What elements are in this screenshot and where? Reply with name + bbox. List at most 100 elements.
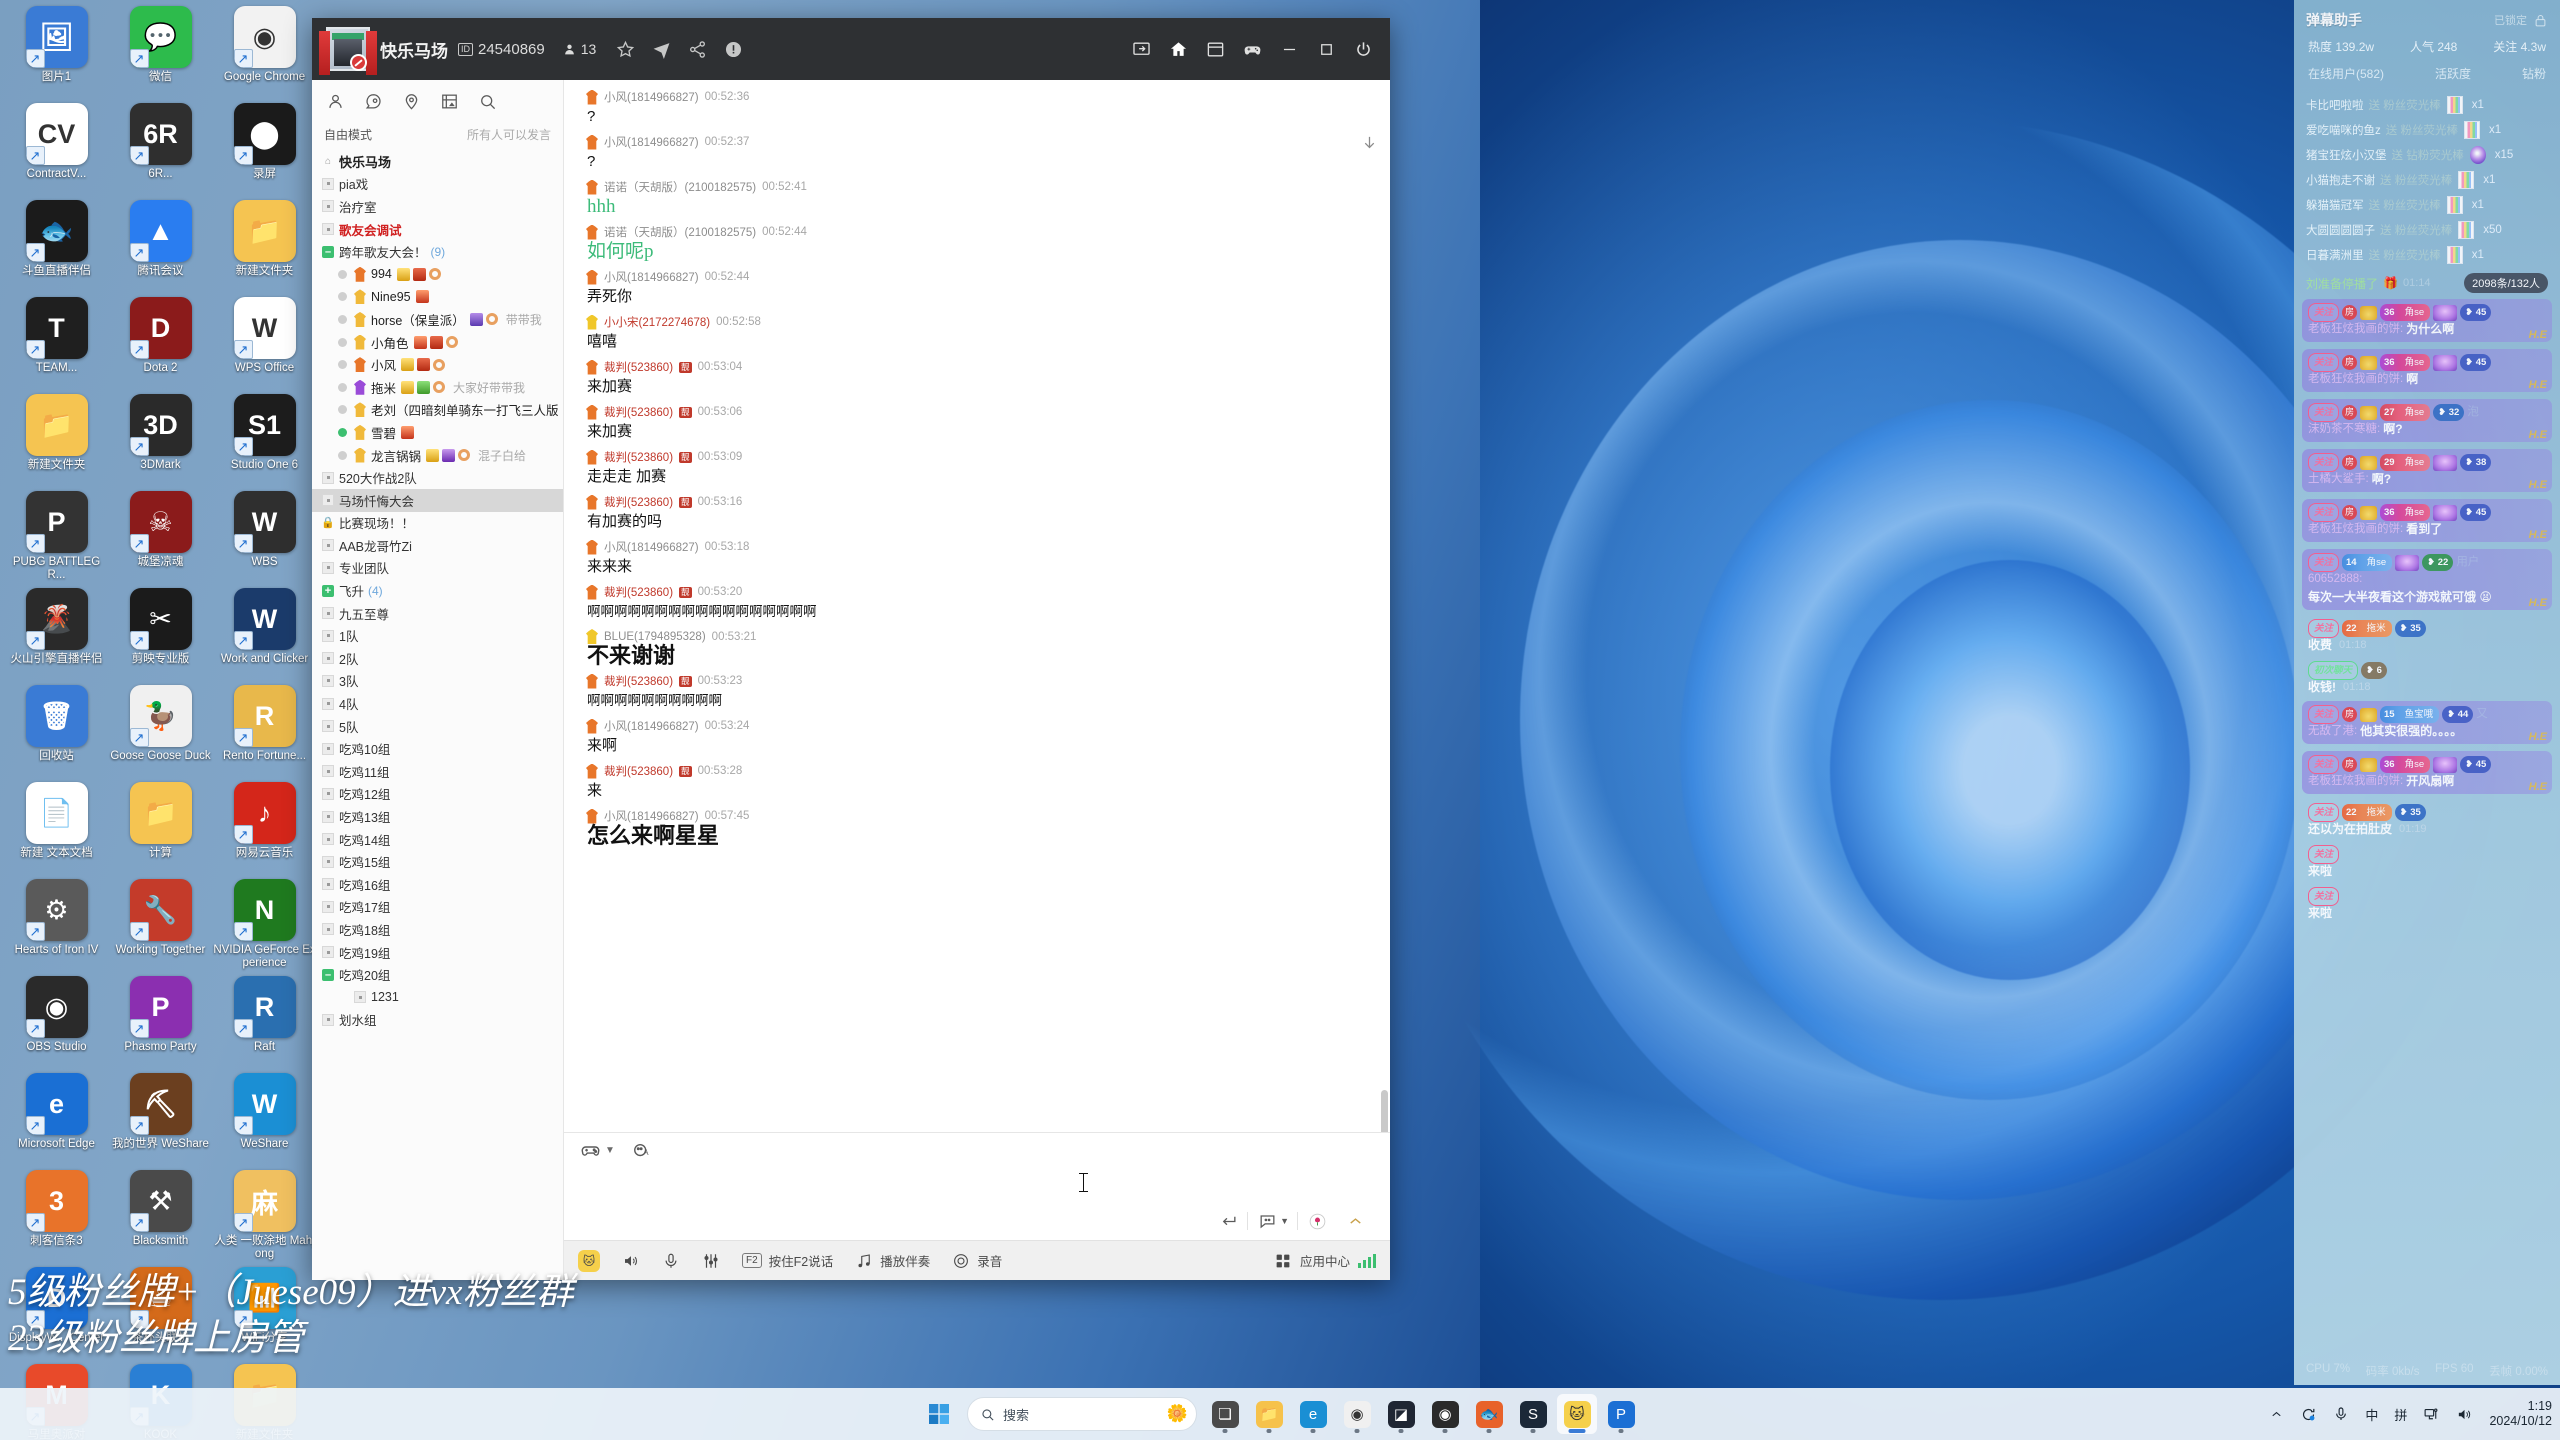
chat-message[interactable]: 裁判(523860) 靓 00:53:16 有加赛的吗 bbox=[564, 491, 1390, 536]
desktop-icon[interactable]: 📶 ↗ WiFi分享 bbox=[212, 1267, 317, 1345]
home-button[interactable] bbox=[1160, 30, 1197, 68]
sidebar-member-row[interactable]: 994 bbox=[312, 263, 563, 286]
tree-toggle-box-icon[interactable] bbox=[322, 471, 334, 484]
chat-message[interactable]: 裁判(523860) 靓 00:53:09 走走走 加赛 bbox=[564, 446, 1390, 491]
composer-toolbar[interactable]: ▼ A bbox=[564, 1133, 1390, 1167]
speaker-button[interactable] bbox=[622, 1252, 640, 1270]
tree-toggle-minus-icon[interactable]: – bbox=[322, 245, 334, 258]
desktop-icon[interactable]: 🗑 回收站 bbox=[4, 685, 109, 763]
scroll-down-icon[interactable] bbox=[1361, 134, 1378, 151]
chat-message[interactable]: 小风(1814966827) 00:52:44 弄死你 bbox=[564, 266, 1390, 311]
desktop-icon[interactable]: P ↗ Phasmo Party bbox=[108, 976, 213, 1054]
taskbar-app-list[interactable]: ❏ 📁 e ◉ ◪ ◉ 🐟 S 🐱 P bbox=[1205, 1394, 1641, 1434]
sidebar-member-row[interactable]: 拖米 大家好带带我 bbox=[312, 376, 563, 399]
desktop-icon[interactable]: T ↗ TEAM... bbox=[4, 297, 109, 375]
danmu-card[interactable]: 关注房 27 角se ❥ 32 泡沫奶茶不寒糖: 啊? H.E bbox=[2302, 399, 2552, 442]
group-avatar[interactable] bbox=[319, 27, 377, 75]
desktop-icon[interactable]: ▲ ↗ 腾讯会议 bbox=[108, 200, 213, 278]
chat-message[interactable]: 裁判(523860) 靓 00:53:06 来加赛 bbox=[564, 401, 1390, 446]
desktop-icon[interactable]: W ↗ WeShare bbox=[212, 1073, 317, 1151]
window-controls[interactable] bbox=[1123, 30, 1382, 68]
danmu-message-list[interactable]: 关注房 36 角se ❥ 45 老板狂炫我画的饼: 为什么啊 H.E 关注房 36 角se ❥ 45… bbox=[2294, 299, 2560, 923]
sidebar-room-row[interactable]: 歌友会调试 bbox=[312, 218, 563, 241]
desktop-icon[interactable]: N ↗ NVIDIA GeForce Experience bbox=[212, 879, 317, 970]
sidebar-room-row[interactable]: 吃鸡12组 bbox=[312, 783, 563, 806]
tree-toggle-box-icon[interactable] bbox=[322, 720, 334, 733]
desktop-icon[interactable]: W ↗ Work and Clicker bbox=[212, 588, 317, 666]
danmu-card[interactable]: 关注 来啦 bbox=[2302, 843, 2552, 881]
lock-status[interactable]: 已锁定 bbox=[2494, 12, 2548, 28]
desktop-icon[interactable]: ☕ ↗ 茶杯头联机 bbox=[108, 1267, 213, 1345]
desktop-icon[interactable]: CV ↗ ContractV... bbox=[4, 103, 109, 181]
sidebar-room-row[interactable]: 🔒 比赛现场！！ bbox=[312, 512, 563, 535]
game-emoji-icon[interactable] bbox=[580, 1140, 601, 1161]
desktop-icon[interactable]: 🐟 ↗ 斗鱼直播伴侣 bbox=[4, 200, 109, 278]
desktop-icon[interactable]: D ↗ Dota 2 bbox=[108, 297, 213, 375]
sidebar-room-row[interactable]: 吃鸡15组 bbox=[312, 850, 563, 873]
network-button[interactable] bbox=[2423, 1406, 2440, 1423]
tree-toggle-box-icon[interactable] bbox=[322, 539, 334, 552]
danmu-card[interactable]: 关注房 36 角se ❥ 45 老板狂炫我画的饼: 啊 H.E bbox=[2302, 349, 2552, 392]
message-input[interactable] bbox=[564, 1167, 1390, 1202]
taskbar-clock[interactable]: 1:19 2024/10/12 bbox=[2489, 1399, 2552, 1429]
taskbar-app-google-chrome[interactable]: ◉ bbox=[1337, 1394, 1377, 1434]
desktop-icon[interactable]: 📁 新建文件夹 bbox=[212, 200, 317, 278]
desktop-icon[interactable]: ⛏ ↗ 我的世界 WeShare bbox=[108, 1073, 213, 1151]
start-button[interactable] bbox=[919, 1394, 959, 1434]
microphone-button[interactable] bbox=[662, 1252, 680, 1270]
taskbar-app-p-app[interactable]: P bbox=[1601, 1394, 1641, 1434]
chat-message[interactable]: 小风(1814966827) 00:52:37? bbox=[564, 131, 1390, 176]
tree-toggle-home-icon[interactable]: ⌂ bbox=[322, 155, 334, 167]
sidebar-room-row[interactable]: – 跨年歌友大会！ (9) bbox=[312, 240, 563, 263]
sidebar-room-row[interactable]: 吃鸡11组 bbox=[312, 760, 563, 783]
location-pin-icon[interactable] bbox=[402, 92, 421, 111]
tree-toggle-box-icon[interactable] bbox=[322, 200, 334, 213]
expand-button[interactable] bbox=[1336, 1206, 1374, 1236]
sidebar-room-row[interactable]: 5队 bbox=[312, 715, 563, 738]
danmu-card[interactable]: 关注房 36 角se ❥ 45 老板狂炫我画的饼: 为什么啊 H.E bbox=[2302, 299, 2552, 342]
taskbar-app-steam[interactable]: S bbox=[1513, 1394, 1553, 1434]
desktop-icon[interactable]: ⚒ ↗ Blacksmith bbox=[108, 1170, 213, 1248]
chat-message[interactable]: 小风(1814966827) 00:57:45 怎么来啊星星 bbox=[564, 805, 1390, 850]
sidebar-room-row[interactable]: 马场忏悔大会 bbox=[312, 488, 563, 512]
tree-toggle-box-icon[interactable] bbox=[322, 787, 334, 800]
sidebar-room-row[interactable]: 3队 bbox=[312, 670, 563, 693]
mascot-button[interactable]: 🐱 bbox=[578, 1249, 600, 1272]
sidebar-room-row[interactable]: 吃鸡13组 bbox=[312, 805, 563, 828]
sidebar-room-row[interactable]: 2队 bbox=[312, 647, 563, 670]
star-icon[interactable] bbox=[616, 40, 635, 59]
desktop-icon[interactable]: W ↗ WPS Office bbox=[212, 297, 317, 375]
chat-message[interactable]: 小小宋(2172274678) 00:52:58 嘻嘻 bbox=[564, 311, 1390, 356]
danmu-card[interactable]: 关注房 29 角se ❥ 38 土橘大鲨手: 啊? H.E bbox=[2302, 449, 2552, 492]
taskbar-app-qq-music-cat[interactable]: 🐱 bbox=[1557, 1394, 1597, 1434]
system-tray[interactable]: 中 拼 1:19 2024/10/12 bbox=[2269, 1399, 2552, 1429]
sidebar-room-row[interactable]: 划水组 bbox=[312, 1009, 563, 1032]
close-button[interactable] bbox=[1345, 30, 1382, 68]
microphone-tray-button[interactable] bbox=[2333, 1406, 2349, 1422]
desktop-icon[interactable]: R ↗ Raft bbox=[212, 976, 317, 1054]
sidebar-member-row[interactable]: 老刘（四暗刻单骑东一打飞三人版 bbox=[312, 399, 563, 422]
text-style-icon[interactable]: A bbox=[631, 1140, 652, 1161]
tree-toggle-box-icon[interactable] bbox=[322, 494, 334, 507]
desktop-icon[interactable]: ♪ ↗ 网易云音乐 bbox=[212, 782, 317, 860]
qq-title-bar[interactable]: 快乐马场 ID 24540869 13 bbox=[312, 18, 1390, 80]
desktop-icon[interactable]: 3D ↗ 3DMark bbox=[108, 394, 213, 472]
tree-toggle-box-icon[interactable] bbox=[322, 923, 334, 936]
tree-toggle-box-icon[interactable] bbox=[322, 765, 334, 778]
sidebar-room-row[interactable]: 治疗室 bbox=[312, 195, 563, 218]
sidebar-room-row[interactable]: 吃鸡18组 bbox=[312, 918, 563, 941]
sidebar-toolbar[interactable] bbox=[312, 80, 563, 122]
danmu-assistant-panel[interactable]: 弹幕助手 已锁定 热度 139.2w 人气 248 关注 4.3w 在线用户(582… bbox=[2294, 0, 2560, 1385]
tree-toggle-box-icon[interactable] bbox=[322, 810, 334, 823]
quick-reply-chevron-icon[interactable]: ▼ bbox=[1280, 1216, 1289, 1226]
tree-toggle-lock-icon[interactable]: 🔒 bbox=[321, 517, 335, 529]
sidebar-room-row[interactable]: 吃鸡19组 bbox=[312, 941, 563, 964]
desktop-icon[interactable]: R ↗ Rento Fortune... bbox=[212, 685, 317, 763]
tree-toggle-box-icon[interactable] bbox=[322, 946, 334, 959]
screen-share-button[interactable] bbox=[1123, 30, 1160, 68]
sidebar-room-row[interactable]: 4队 bbox=[312, 692, 563, 715]
tree-toggle-box-icon[interactable] bbox=[322, 223, 334, 236]
desktop-icon[interactable]: 🦆 ↗ Goose Goose Duck bbox=[108, 685, 213, 763]
tree-toggle-box-icon[interactable] bbox=[322, 1013, 334, 1026]
send-plane-icon[interactable] bbox=[652, 40, 671, 59]
